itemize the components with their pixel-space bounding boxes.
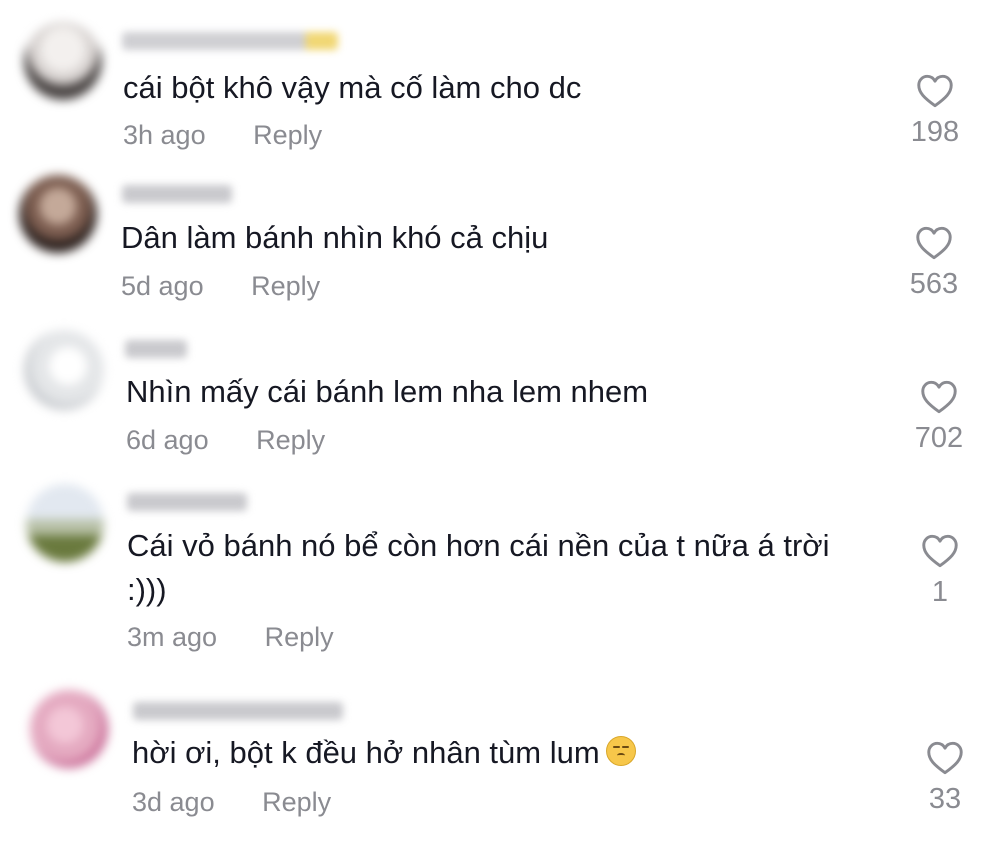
reply-button[interactable]: Reply	[253, 120, 322, 150]
timestamp: 3h ago	[123, 120, 206, 150]
reply-button[interactable]: Reply	[262, 787, 331, 817]
like-count: 198	[910, 116, 960, 148]
comment-text: Nhìn mấy cái bánh lem nha lem nhem	[126, 374, 649, 409]
like-count: 1	[931, 576, 949, 608]
heart-outline-icon	[921, 380, 957, 414]
comment-text-body: hời ơi, bột k đều hở nhân tùm lum	[132, 735, 600, 770]
comment-text: cái bột khô vậy mà cố làm cho dc	[123, 70, 582, 105]
like-button[interactable]: 563	[899, 226, 969, 301]
comment-text: Cái vỏ bánh nó bể còn hơn cái nền của t …	[127, 528, 830, 563]
comment-text: hời ơi, bột k đều hở nhân tùm lum	[132, 731, 636, 775]
like-button[interactable]: 198	[900, 74, 970, 149]
reply-button[interactable]: Reply	[265, 622, 334, 652]
avatar[interactable]	[26, 484, 104, 562]
avatar[interactable]	[19, 175, 97, 253]
heart-outline-icon	[922, 534, 958, 568]
like-count: 33	[928, 783, 962, 815]
heart-outline-icon	[927, 741, 963, 775]
heart-outline-icon	[917, 74, 953, 108]
comment-meta: 5d ago Reply	[121, 271, 320, 302]
username[interactable]	[122, 32, 338, 50]
like-count: 563	[909, 268, 959, 300]
heart-outline-icon	[916, 226, 952, 260]
timestamp: 3d ago	[132, 787, 215, 817]
timestamp: 6d ago	[126, 425, 209, 455]
comment-text: Dân làm bánh nhìn khó cả chịu	[121, 220, 549, 255]
username[interactable]	[125, 340, 187, 358]
timestamp: 5d ago	[121, 271, 204, 301]
username[interactable]	[133, 702, 343, 720]
like-count: 702	[914, 422, 964, 454]
like-button[interactable]: 702	[904, 380, 974, 455]
like-button[interactable]: 33	[910, 741, 980, 816]
reply-button[interactable]: Reply	[256, 425, 325, 455]
comment-meta: 3m ago Reply	[127, 622, 334, 653]
comment-meta: 6d ago Reply	[126, 425, 325, 456]
avatar[interactable]	[24, 330, 104, 410]
like-button[interactable]: 1	[905, 534, 975, 609]
timestamp: 3m ago	[127, 622, 218, 652]
avatar[interactable]	[24, 22, 102, 100]
reply-button[interactable]: Reply	[251, 271, 320, 301]
username[interactable]	[122, 185, 232, 203]
avatar[interactable]	[30, 690, 108, 768]
username[interactable]	[127, 493, 247, 511]
comment-meta: 3h ago Reply	[123, 120, 322, 151]
unamused-face-emoji	[605, 736, 636, 766]
comment-text-continued: :)))	[127, 572, 167, 607]
comment-meta: 3d ago Reply	[132, 787, 331, 818]
